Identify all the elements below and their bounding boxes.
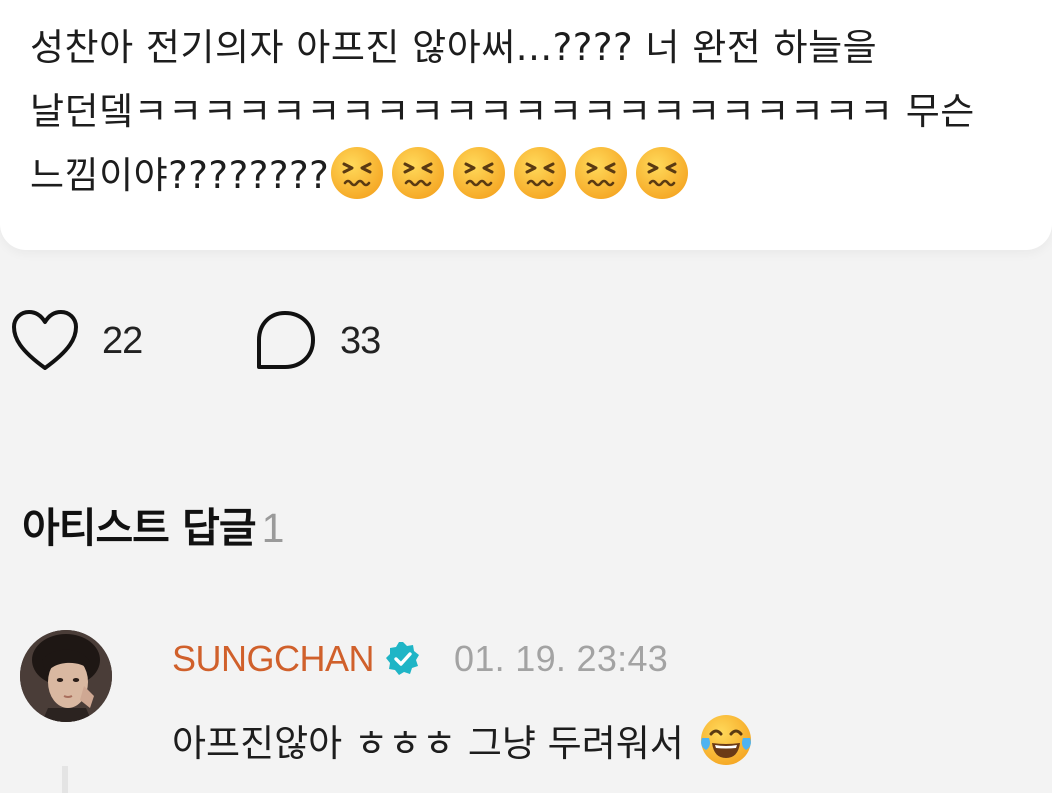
heart-icon [10,308,80,374]
confounded-face-icon [512,145,568,201]
confounded-face-icon [329,145,385,201]
post-line-3: 느낌이야???????? [30,154,330,197]
post-detail-screen: 성찬아 전기의자 아프진 않아써...???? 너 완전 하늘을 날던뎈ㅋㅋㅋㅋ… [0,0,1052,793]
comment-button[interactable]: 33 [252,308,381,374]
face-with-tears-of-joy-icon [698,712,754,768]
reply-body: 아프진않아 ㅎㅎㅎ 그냥 두려워서 [172,712,759,768]
post-card: 성찬아 전기의자 아프진 않아써...???? 너 완전 하늘을 날던뎈ㅋㅋㅋㅋ… [0,0,1052,250]
artist-replies-count: 1 [261,505,285,551]
verified-badge-icon [384,640,422,678]
reply-timestamp: 01. 19. 23:43 [454,638,669,679]
confounded-face-icon [634,145,690,201]
confounded-face-icon [451,145,507,201]
confounded-face-icon [390,145,446,201]
author-name[interactable]: SUNGCHAN [172,638,375,680]
reply-text: 아프진않아 ㅎㅎㅎ 그냥 두려워서 [172,722,684,765]
post-line-1: 성찬아 전기의자 아프진 않아써...???? 너 완전 하늘을 [30,26,878,69]
artist-reply: SUNGCHAN 01. 19. 23:43 아프진않아 ㅎㅎㅎ 그냥 두려워서 [0,620,1052,793]
like-count: 22 [102,319,143,362]
post-line-2: 날던뎈ㅋㅋㅋㅋㅋㅋㅋㅋㅋㅋㅋㅋㅋㅋㅋㅋㅋㅋㅋㅋㅋㅋ 무슨 [30,90,975,133]
thread-connector [62,766,68,793]
emoji-row [329,146,695,210]
post-body: 성찬아 전기의자 아프진 않아써...???? 너 완전 하늘을 날던뎈ㅋㅋㅋㅋ… [30,16,1040,210]
artist-replies-heading: 아티스트 답글 1 [22,494,285,554]
reply-author-row: SUNGCHAN 01. 19. 23:43 [172,638,668,680]
comment-count: 33 [340,319,381,362]
like-button[interactable]: 22 [10,308,143,374]
artist-replies-title: 아티스트 답글 [22,504,257,552]
comment-bubble-icon [252,308,318,374]
avatar[interactable] [20,630,112,722]
reaction-bar: 22 33 [0,298,1052,388]
confounded-face-icon [573,145,629,201]
